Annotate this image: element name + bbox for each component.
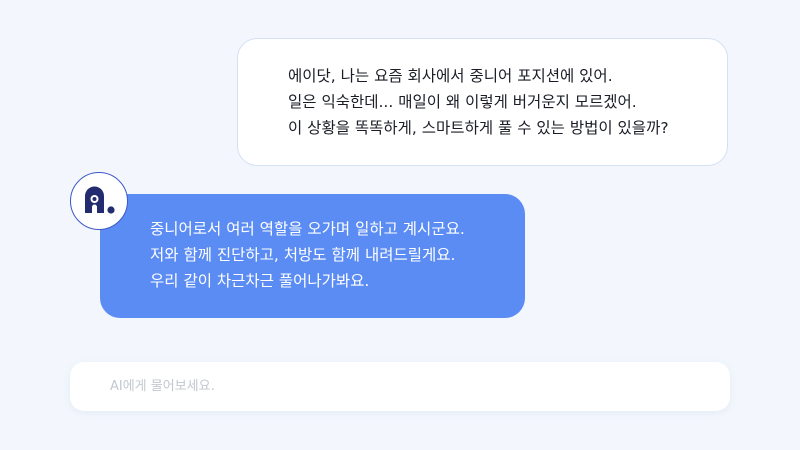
assistant-message-line: 중니어로서 여러 역할을 오가며 일하고 계시군요. — [150, 220, 465, 238]
assistant-message-bubble: 중니어로서 여러 역할을 오가며 일하고 계시군요. 저와 함께 진단하고, 처… — [100, 194, 525, 318]
assistant-message-text: 중니어로서 여러 역할을 오가며 일하고 계시군요. 저와 함께 진단하고, 처… — [150, 216, 465, 294]
user-message-text: 에이닷, 나는 요즘 회사에서 중니어 포지션에 있어. 일은 익숙한데... … — [288, 63, 669, 141]
assistant-logo-icon — [85, 186, 115, 214]
user-message-bubble: 에이닷, 나는 요즘 회사에서 중니어 포지션에 있어. 일은 익숙한데... … — [237, 38, 728, 166]
user-message-line: 에이닷, 나는 요즘 회사에서 중니어 포지션에 있어. — [288, 67, 613, 85]
assistant-message-line: 우리 같이 차근차근 풀어나가봐요. — [150, 272, 370, 290]
user-message-line: 일은 익숙한데... 매일이 왜 이렇게 버거운지 모르겠어. — [288, 93, 637, 111]
assistant-message-line: 저와 함께 진단하고, 처방도 함께 내려드릴게요. — [150, 246, 456, 264]
user-message-line: 이 상황을 똑똑하게, 스마트하게 풀 수 있는 방법이 있을까? — [288, 119, 669, 137]
chat-input[interactable] — [110, 362, 710, 411]
assistant-avatar — [70, 172, 128, 230]
chat-input-bar[interactable] — [70, 362, 730, 411]
